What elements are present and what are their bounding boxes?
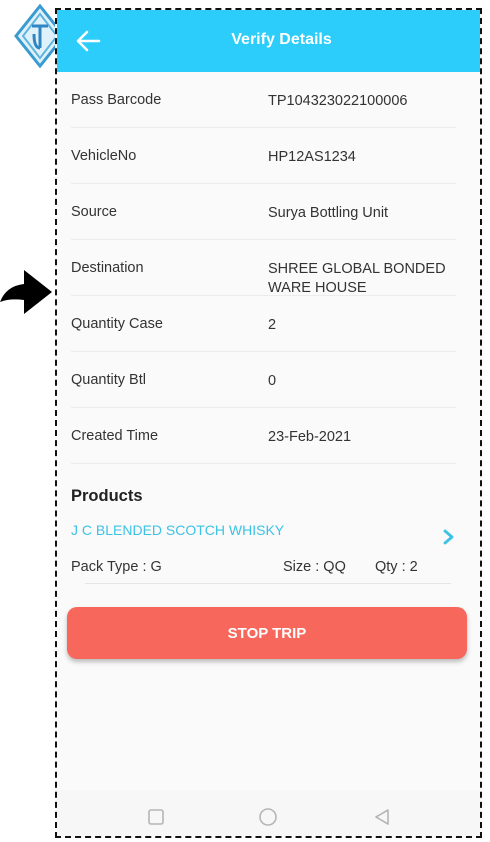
details-list: Pass Barcode TP104323022100006 VehicleNo… (71, 72, 456, 464)
detail-row-quantity-case: Quantity Case 2 (71, 296, 456, 352)
divider (85, 583, 451, 584)
detail-label: Quantity Btl (71, 372, 146, 388)
detail-label: Created Time (71, 428, 159, 444)
detail-value: 2 (268, 317, 277, 333)
detail-row-source: Source Surya Bottling Unit (71, 184, 456, 240)
detail-value: TP104323022100006 (268, 93, 408, 109)
detail-value: SHREE GLOBAL BONDED WARE HOUSE (268, 261, 446, 296)
detail-value: 23-Feb-2021 (268, 429, 352, 445)
detail-label: Quantity Case (71, 316, 163, 332)
arrow-right-pointer-icon (0, 270, 52, 314)
detail-value: HP12AS1234 (268, 149, 356, 165)
product-name-link[interactable]: J C BLENDED SCOTCH WHISKY (71, 522, 284, 538)
detail-value: 0 (268, 373, 277, 389)
nav-square-icon[interactable] (145, 806, 167, 828)
detail-label: Source (71, 204, 117, 220)
product-qty: Qty : 2 (375, 559, 418, 575)
detail-row-created-time: Created Time 23-Feb-2021 (71, 408, 456, 464)
chevron-right-icon[interactable] (441, 527, 457, 547)
detail-label: VehicleNo (71, 148, 137, 164)
app-bar: Verify Details (57, 10, 480, 72)
detail-row-quantity-btl: Quantity Btl 0 (71, 352, 456, 408)
system-nav-bar (57, 790, 480, 836)
detail-label: Destination (71, 260, 144, 276)
detail-row-vehicle-no: VehicleNo HP12AS1234 (71, 128, 456, 184)
products-heading: Products (71, 487, 143, 505)
detail-value: Surya Bottling Unit (268, 205, 389, 221)
product-size: Size : QQ (283, 559, 346, 575)
nav-circle-icon[interactable] (257, 806, 279, 828)
detail-label: Pass Barcode (71, 92, 162, 108)
nav-triangle-icon[interactable] (371, 806, 393, 828)
detail-row-destination: Destination SHREE GLOBAL BONDED WARE HOU… (71, 240, 456, 296)
detail-row-pass-barcode: Pass Barcode TP104323022100006 (71, 72, 456, 128)
phone-screen: Verify Details Pass Barcode TP1043230221… (55, 8, 482, 838)
stop-trip-button[interactable]: STOP TRIP (67, 607, 467, 659)
product-pack-type: Pack Type : G (71, 559, 162, 575)
page-title: Verify Details (231, 31, 332, 48)
